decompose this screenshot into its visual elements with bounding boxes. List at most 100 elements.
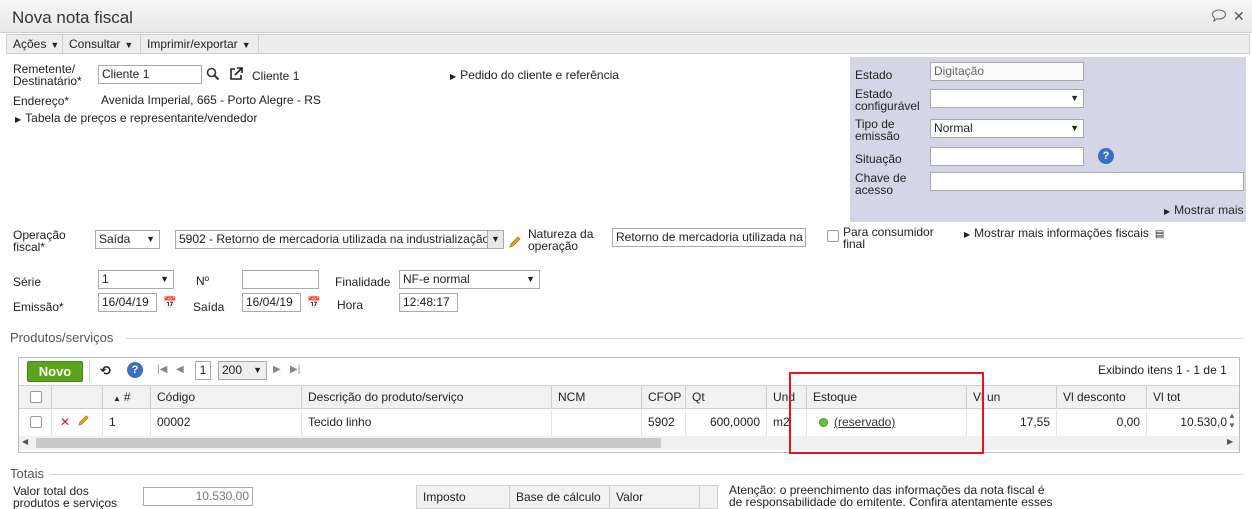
situacao-field[interactable]	[930, 147, 1084, 166]
sort-up-icon: ▲	[113, 394, 121, 403]
col-codigo[interactable]: Código	[151, 386, 302, 408]
select-all-checkbox[interactable]	[30, 391, 42, 403]
chave-acesso-field[interactable]	[930, 172, 1244, 191]
pencil-icon[interactable]	[77, 411, 90, 435]
serie-select[interactable]: 1 ▼	[98, 270, 174, 289]
calendar-icon[interactable]: 📅	[163, 296, 177, 309]
speech-bubble-icon[interactable]	[1211, 9, 1227, 23]
status-panel	[850, 57, 1246, 222]
chevron-down-icon: ▼	[160, 274, 169, 284]
finalidade-select[interactable]: NF-e normal ▼	[399, 270, 540, 289]
row-codigo: 00002	[151, 410, 302, 436]
scroll-left-icon[interactable]: ◀	[22, 437, 28, 446]
consumidor-final-checkbox[interactable]	[827, 230, 839, 242]
toolbar-divider	[89, 361, 90, 382]
col-qt[interactable]: Qt	[686, 386, 767, 408]
search-icon[interactable]	[206, 67, 220, 81]
estado-configuravel-label: Estado configurável	[855, 87, 920, 113]
produtos-section-title: Produtos/serviços	[10, 330, 114, 345]
consumidor-final-label: Para consumidor final	[843, 225, 934, 251]
pedido-toggle[interactable]: ▶ Pedido do cliente e referência	[450, 69, 619, 83]
delete-icon[interactable]: ✕	[60, 415, 70, 429]
window-title: Nova nota fiscal	[12, 8, 133, 27]
caret-right-icon: ▶	[15, 115, 22, 124]
help-icon[interactable]: ?	[1098, 148, 1114, 164]
menu-acoes[interactable]: Ações ▼	[7, 35, 63, 53]
row-num: 1	[103, 410, 151, 436]
row-descricao: Tecido linho	[302, 410, 552, 436]
chevron-down-icon: ▼	[1070, 93, 1079, 103]
menu-imprimir[interactable]: Imprimir/exportar ▼	[141, 35, 259, 53]
chave-acesso-label: Chave de acesso	[855, 171, 907, 197]
chevron-down-icon: ▼	[526, 274, 535, 284]
last-page-icon[interactable]: ▶|	[290, 364, 300, 375]
caret-right-icon: ▶	[964, 230, 971, 239]
numero-field[interactable]	[242, 270, 319, 289]
col-base-calculo: Base de cálculo	[510, 486, 610, 508]
chevron-down-icon: ▼	[487, 231, 503, 248]
external-link-icon[interactable]	[229, 66, 244, 81]
natureza-field[interactable]: Retorno de mercadoria utilizada na	[612, 228, 806, 247]
valor-total-label: Valor total dos produtos e serviços	[13, 484, 118, 509]
tabela-precos-label: Tabela de preços e representante/vendedo…	[25, 111, 258, 125]
scroll-right-icon[interactable]: ▶	[1227, 437, 1233, 446]
vertical-scrollbar[interactable]: ▲ ▼	[1226, 411, 1238, 435]
col-vl-tot[interactable]: Vl tot	[1147, 386, 1239, 408]
horizontal-scrollbar[interactable]: ◀ ▶	[19, 436, 1239, 450]
serie-label: Série	[13, 275, 42, 289]
cfop-select[interactable]: 5902 - Retorno de mercadoria utilizada n…	[175, 230, 504, 249]
pedido-label: Pedido do cliente e referência	[460, 68, 619, 82]
calendar-icon[interactable]: 📅	[307, 296, 321, 309]
col-ncm[interactable]: NCM	[552, 386, 642, 408]
mostrar-mais-toggle[interactable]: ▶ Mostrar mais	[1164, 204, 1244, 218]
menu-consultar-label: Consultar	[69, 37, 121, 51]
close-icon[interactable]: ✕	[1233, 9, 1245, 23]
menu-bar: Ações ▼ Consultar ▼ Imprimir/exportar ▼	[6, 34, 1250, 54]
row-actions: ✕	[52, 410, 103, 436]
serie-value: 1	[102, 272, 109, 286]
row-checkbox[interactable]	[30, 416, 42, 428]
pencil-icon[interactable]	[508, 235, 522, 249]
mais-fiscais-toggle[interactable]: ▶ Mostrar mais informações fiscais ▤	[964, 227, 1164, 241]
saida-field[interactable]: 16/04/19	[242, 293, 301, 312]
page-input[interactable]: 1	[195, 361, 211, 380]
endereco-value: Avenida Imperial, 665 - Porto Alegre - R…	[101, 93, 321, 107]
next-page-icon[interactable]: ▶	[273, 364, 281, 375]
emissao-label: Emissão*	[13, 300, 64, 314]
menu-imprimir-label: Imprimir/exportar	[147, 37, 238, 51]
menu-consultar[interactable]: Consultar ▼	[63, 35, 141, 53]
tabela-precos-toggle[interactable]: ▶ Tabela de preços e representante/vended…	[15, 112, 257, 126]
row-cfop: 5902	[642, 410, 686, 436]
row-vl-tot: 10.530,0	[1180, 415, 1227, 429]
col-descricao[interactable]: Descrição do produto/serviço	[302, 386, 552, 408]
row-vl-desconto: 0,00	[1057, 410, 1147, 436]
remetente-input[interactable]: Cliente 1	[98, 65, 202, 84]
col-num[interactable]: ▲ #	[103, 386, 151, 408]
cfop-value: 5902 - Retorno de mercadoria utilizada n…	[179, 232, 490, 246]
operacao-fiscal-select[interactable]: Saída ▼	[95, 230, 160, 249]
estado-label: Estado	[855, 68, 893, 82]
prev-page-icon[interactable]: ◀	[176, 364, 184, 375]
hora-label: Hora	[337, 298, 364, 312]
scrollbar-thumb[interactable]	[36, 438, 661, 448]
atencao-text: Atenção: o preenchimento das informações…	[729, 483, 1053, 509]
finalidade-value: NF-e normal	[403, 272, 470, 286]
col-cfop[interactable]: CFOP	[642, 386, 686, 408]
novo-button[interactable]: Novo	[27, 361, 83, 382]
table-row[interactable]: ✕ 1 00002 Tecido linho 5902 600,0000 m2 …	[19, 410, 1239, 436]
tipo-emissao-select[interactable]: Normal ▼	[930, 119, 1084, 138]
remetente-label: Remetente/ Destinatário*	[13, 62, 82, 88]
col-vl-desconto[interactable]: Vl desconto	[1057, 386, 1147, 408]
hora-field[interactable]: 12:48:17	[399, 293, 458, 312]
saida-label: Saída	[193, 300, 225, 314]
col-num-label: #	[123, 390, 131, 404]
first-page-icon[interactable]: |◀	[157, 364, 167, 375]
operacao-fiscal-value: Saída	[99, 232, 131, 246]
emissao-field[interactable]: 16/04/19	[98, 293, 157, 312]
estado-configuravel-select[interactable]: ▼	[930, 89, 1084, 108]
help-icon[interactable]: ?	[127, 362, 143, 378]
numero-label: Nº	[196, 274, 210, 288]
refresh-icon[interactable]: ⟲	[100, 363, 111, 379]
remetente-link[interactable]: Cliente 1	[252, 70, 299, 82]
page-size-select[interactable]: 200 ▼	[218, 361, 267, 380]
